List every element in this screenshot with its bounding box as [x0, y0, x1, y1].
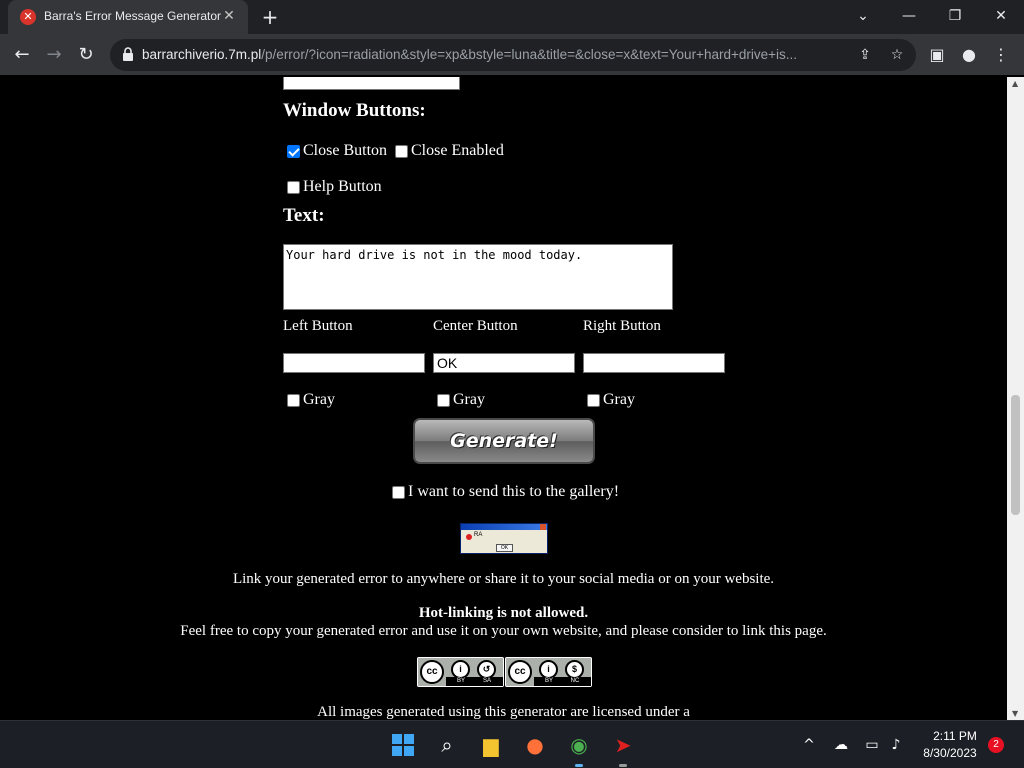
window-buttons-heading: Window Buttons:: [283, 100, 426, 121]
generated-error-preview[interactable]: RA OK: [460, 523, 548, 554]
vertical-scrollbar[interactable]: ▲ ▼: [1007, 77, 1024, 720]
tab-title: Barra's Error Message Generator: [44, 9, 222, 23]
center-button-label: Center Button: [433, 318, 518, 334]
left-button-label: Left Button: [283, 318, 353, 334]
notification-badge[interactable]: 2: [988, 737, 1004, 753]
close-enabled-checkbox[interactable]: [395, 144, 408, 158]
windows-logo-icon: [387, 729, 419, 761]
app-arrow-icon[interactable]: ➤: [607, 729, 639, 761]
license-text: All images generated using this generato…: [317, 704, 690, 720]
preview-error-icon: [466, 534, 472, 540]
help-button-checkbox[interactable]: [287, 180, 300, 194]
onedrive-icon[interactable]: ☁: [831, 735, 851, 755]
text-heading: Text:: [283, 205, 325, 226]
url-text: barrarchiverio.7m.pl/p/error/?icon=radia…: [142, 47, 797, 62]
close-button-checkbox[interactable]: [287, 144, 300, 158]
app-open-indicator: [619, 764, 627, 767]
close-button-option[interactable]: Close Button: [287, 142, 387, 160]
lock-icon: [123, 47, 133, 61]
link-info-text: Link your generated error to anywhere or…: [232, 571, 775, 587]
clock-time[interactable]: 2:11 PM: [928, 729, 982, 743]
chrome-active-indicator: [575, 764, 583, 767]
cc-logo-icon: cc: [420, 660, 444, 684]
search-icon[interactable]: ⌕: [431, 729, 463, 761]
close-enabled-option[interactable]: Close Enabled: [395, 142, 504, 160]
by-caption: BY: [544, 678, 553, 684]
reload-icon[interactable]: ↻: [73, 42, 99, 68]
preview-text: RA: [474, 532, 483, 538]
message-text-area[interactable]: Your hard drive is not in the mood today…: [283, 244, 673, 310]
forward-arrow-icon[interactable]: →: [41, 42, 67, 68]
cc-by-nc-badge[interactable]: cc i $ BY NC: [505, 657, 592, 687]
center-gray-option[interactable]: Gray: [437, 391, 485, 409]
firefox-icon[interactable]: ●: [519, 729, 551, 761]
start-button[interactable]: [387, 729, 419, 761]
cc-logo-icon: cc: [508, 660, 532, 684]
show-hidden-icons-chevron-icon[interactable]: ^: [799, 735, 819, 755]
help-button-option[interactable]: Help Button: [287, 178, 382, 196]
window-close-icon[interactable]: ✕: [978, 2, 1024, 30]
gallery-checkbox[interactable]: [392, 485, 405, 499]
tab-search-chevron-icon[interactable]: ⌄: [840, 2, 886, 30]
clock-date[interactable]: 8/30/2023: [918, 746, 982, 760]
chrome-icon[interactable]: ◉: [563, 729, 595, 761]
page-viewport: Window Buttons: Close Button Close Enabl…: [0, 77, 1007, 720]
side-panel-icon[interactable]: ▣: [924, 42, 950, 68]
back-arrow-icon[interactable]: ←: [9, 42, 35, 68]
copy-info-text: Feel free to copy your generated error a…: [180, 623, 827, 639]
tab-bar: ✕ Barra's Error Message Generator ✕ + ⌄ …: [0, 0, 1024, 34]
profile-avatar-icon[interactable]: ●: [956, 42, 982, 68]
left-gray-option[interactable]: Gray: [287, 391, 335, 409]
volume-icon[interactable]: ♪: [886, 735, 906, 755]
right-button-input[interactable]: [583, 353, 725, 373]
error-favicon-icon: ✕: [20, 9, 36, 25]
browser-tab[interactable]: ✕ Barra's Error Message Generator ✕: [8, 0, 248, 34]
center-gray-checkbox[interactable]: [437, 393, 450, 407]
address-bar[interactable]: barrarchiverio.7m.pl/p/error/?icon=radia…: [110, 39, 916, 71]
nc-caption: NC: [570, 678, 580, 684]
center-button-input[interactable]: OK: [433, 353, 575, 373]
left-gray-checkbox[interactable]: [287, 393, 300, 407]
by-caption: BY: [456, 678, 465, 684]
cc-by-sa-badge[interactable]: cc i ↺ BY SA: [417, 657, 504, 687]
file-explorer-icon[interactable]: ▆: [475, 729, 507, 761]
right-gray-checkbox[interactable]: [587, 393, 600, 407]
new-tab-button[interactable]: +: [258, 5, 282, 29]
sa-caption: SA: [482, 678, 491, 684]
scroll-down-arrow-icon[interactable]: ▼: [1012, 709, 1018, 718]
scroll-thumb[interactable]: [1011, 395, 1020, 515]
share-icon[interactable]: ⇪: [855, 45, 875, 65]
restore-icon[interactable]: ❐: [932, 2, 978, 30]
menu-kebab-icon[interactable]: ⋮: [988, 42, 1014, 68]
network-icon[interactable]: ▭: [862, 735, 882, 755]
minimize-icon[interactable]: —: [886, 2, 932, 30]
right-button-label: Right Button: [583, 318, 661, 334]
gallery-option[interactable]: I want to send this to the gallery!: [392, 483, 619, 501]
left-button-input[interactable]: [283, 353, 425, 373]
preview-ok-button: OK: [496, 544, 513, 552]
bookmark-star-icon[interactable]: ☆: [887, 45, 907, 65]
title-input[interactable]: [283, 77, 460, 90]
preview-close-icon: [540, 524, 546, 530]
preview-titlebar: [461, 524, 547, 530]
right-gray-option[interactable]: Gray: [587, 391, 635, 409]
tab-close-icon[interactable]: ✕: [220, 7, 238, 25]
windows-taskbar: ⌕ ▆ ● ◉ ➤ ^ ☁ ▭ ♪ 2:11 PM 8/30/2023 2: [0, 720, 1024, 768]
scroll-up-arrow-icon[interactable]: ▲: [1012, 79, 1018, 88]
browser-toolbar: ← → ↻ barrarchiverio.7m.pl/p/error/?icon…: [0, 34, 1024, 76]
generate-button[interactable]: Generate!: [413, 418, 595, 464]
hotlink-warning: Hot-linking is not allowed.: [418, 605, 589, 621]
